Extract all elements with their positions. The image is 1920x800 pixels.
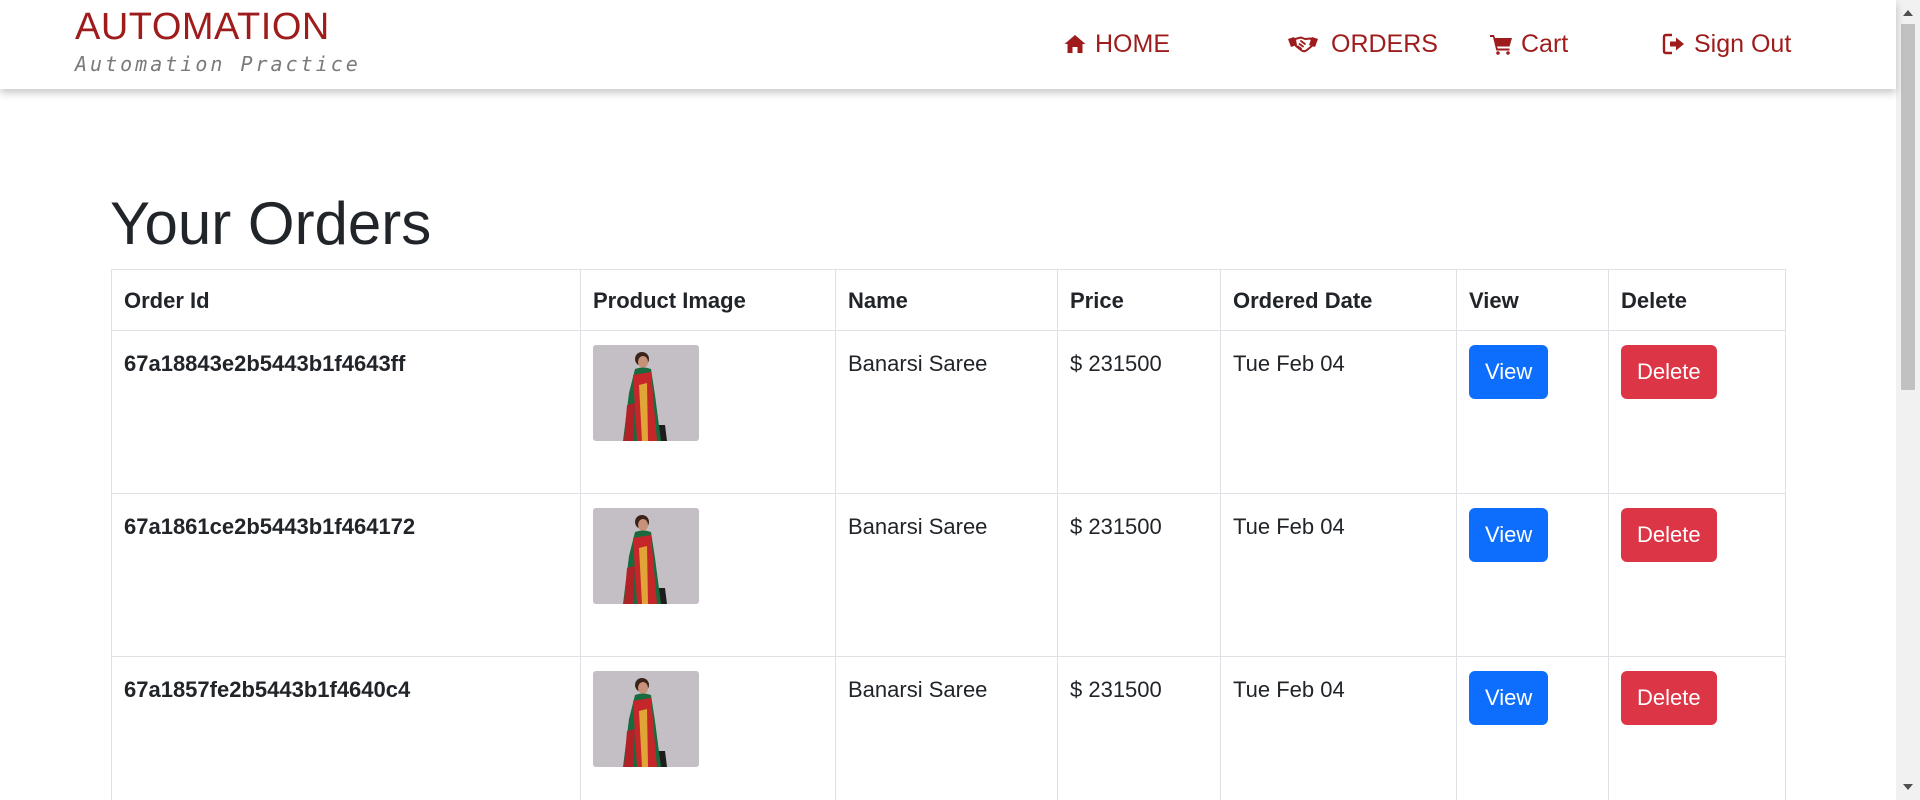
view-cell: View	[1456, 656, 1609, 800]
price: $ 231500	[1070, 677, 1162, 702]
navbar: AUTOMATION Automation Practice HOME ORDE…	[0, 0, 1896, 89]
column-header-view: View	[1456, 269, 1609, 331]
ordered-date: Tue Feb 04	[1233, 514, 1345, 539]
delete-order-button[interactable]: Delete	[1621, 345, 1717, 399]
home-icon	[1062, 31, 1088, 57]
delete-cell: Delete	[1608, 330, 1786, 494]
column-header-price: Price	[1057, 269, 1221, 331]
ordered-date: Tue Feb 04	[1233, 677, 1345, 702]
brand[interactable]: AUTOMATION Automation Practice	[75, 4, 361, 76]
orders-table: Order Id Product Image Name Price Ordere…	[111, 269, 1786, 800]
nav-home-link[interactable]: HOME	[1062, 28, 1170, 60]
product-thumbnail	[593, 345, 699, 441]
price: $ 231500	[1070, 514, 1162, 539]
product-name: Banarsi Saree	[848, 514, 988, 539]
nav-cart-link[interactable]: Cart	[1488, 28, 1568, 60]
nav-orders-label: ORDERS	[1331, 29, 1438, 58]
order-id-cell: 67a18843e2b5443b1f4643ff	[111, 330, 581, 494]
delete-order-button[interactable]: Delete	[1621, 508, 1717, 562]
product-name-cell: Banarsi Saree	[835, 330, 1058, 494]
column-header-ordered-date: Ordered Date	[1220, 269, 1457, 331]
nav-sign-out-label: Sign Out	[1694, 29, 1792, 58]
table-header-row: Order Id Product Image Name Price Ordere…	[111, 269, 1786, 331]
vertical-scrollbar[interactable]	[1896, 0, 1920, 800]
delete-cell: Delete	[1608, 493, 1786, 657]
nav-orders-link[interactable]: ORDERS	[1286, 28, 1438, 60]
order-id: 67a18843e2b5443b1f4643ff	[124, 351, 406, 376]
column-header-name: Name	[835, 269, 1058, 331]
scroll-down-arrow-icon[interactable]	[1896, 777, 1920, 797]
price-cell: $ 231500	[1057, 493, 1221, 657]
product-image-cell	[580, 493, 836, 657]
brand-title[interactable]: AUTOMATION	[75, 4, 361, 50]
column-header-delete: Delete	[1608, 269, 1786, 331]
cart-icon	[1488, 31, 1514, 57]
product-thumbnail	[593, 671, 699, 767]
product-name-cell: Banarsi Saree	[835, 656, 1058, 800]
product-image-cell	[580, 330, 836, 494]
table-row: 67a1857fe2b5443b1f4640c4 Banarsi Saree $…	[111, 656, 1786, 800]
price: $ 231500	[1070, 351, 1162, 376]
table-row: 67a18843e2b5443b1f4643ff Banarsi Saree $…	[111, 330, 1786, 494]
handshake-icon	[1286, 31, 1320, 57]
price-cell: $ 231500	[1057, 330, 1221, 494]
scroll-up-arrow-icon[interactable]	[1896, 3, 1920, 23]
product-name: Banarsi Saree	[848, 677, 988, 702]
nav-home-label: HOME	[1095, 29, 1170, 58]
ordered-date-cell: Tue Feb 04	[1220, 493, 1457, 657]
product-name-cell: Banarsi Saree	[835, 493, 1058, 657]
page-title: Your Orders	[110, 190, 432, 257]
product-thumbnail	[593, 508, 699, 604]
order-id: 67a1857fe2b5443b1f4640c4	[124, 677, 411, 702]
product-name: Banarsi Saree	[848, 351, 988, 376]
order-id-cell: 67a1861ce2b5443b1f464172	[111, 493, 581, 657]
view-order-button[interactable]: View	[1469, 508, 1549, 562]
product-image-cell	[580, 656, 836, 800]
table-row: 67a1861ce2b5443b1f464172 Banarsi Saree $…	[111, 493, 1786, 657]
orders-page: AUTOMATION Automation Practice HOME ORDE…	[0, 0, 1920, 800]
nav-sign-out-link[interactable]: Sign Out	[1661, 28, 1791, 60]
brand-subtitle: Automation Practice	[75, 52, 361, 76]
ordered-date-cell: Tue Feb 04	[1220, 330, 1457, 494]
column-header-product-image: Product Image	[580, 269, 836, 331]
scrollbar-thumb[interactable]	[1901, 24, 1915, 390]
price-cell: $ 231500	[1057, 656, 1221, 800]
delete-cell: Delete	[1608, 656, 1786, 800]
order-id: 67a1861ce2b5443b1f464172	[124, 514, 416, 539]
view-cell: View	[1456, 493, 1609, 657]
ordered-date: Tue Feb 04	[1233, 351, 1345, 376]
view-cell: View	[1456, 330, 1609, 494]
column-header-order-id: Order Id	[111, 269, 581, 331]
view-order-button[interactable]: View	[1469, 671, 1549, 725]
sign-out-icon	[1661, 31, 1687, 57]
view-order-button[interactable]: View	[1469, 345, 1549, 399]
ordered-date-cell: Tue Feb 04	[1220, 656, 1457, 800]
order-id-cell: 67a1857fe2b5443b1f4640c4	[111, 656, 581, 800]
nav-cart-label: Cart	[1521, 29, 1569, 58]
delete-order-button[interactable]: Delete	[1621, 671, 1717, 725]
